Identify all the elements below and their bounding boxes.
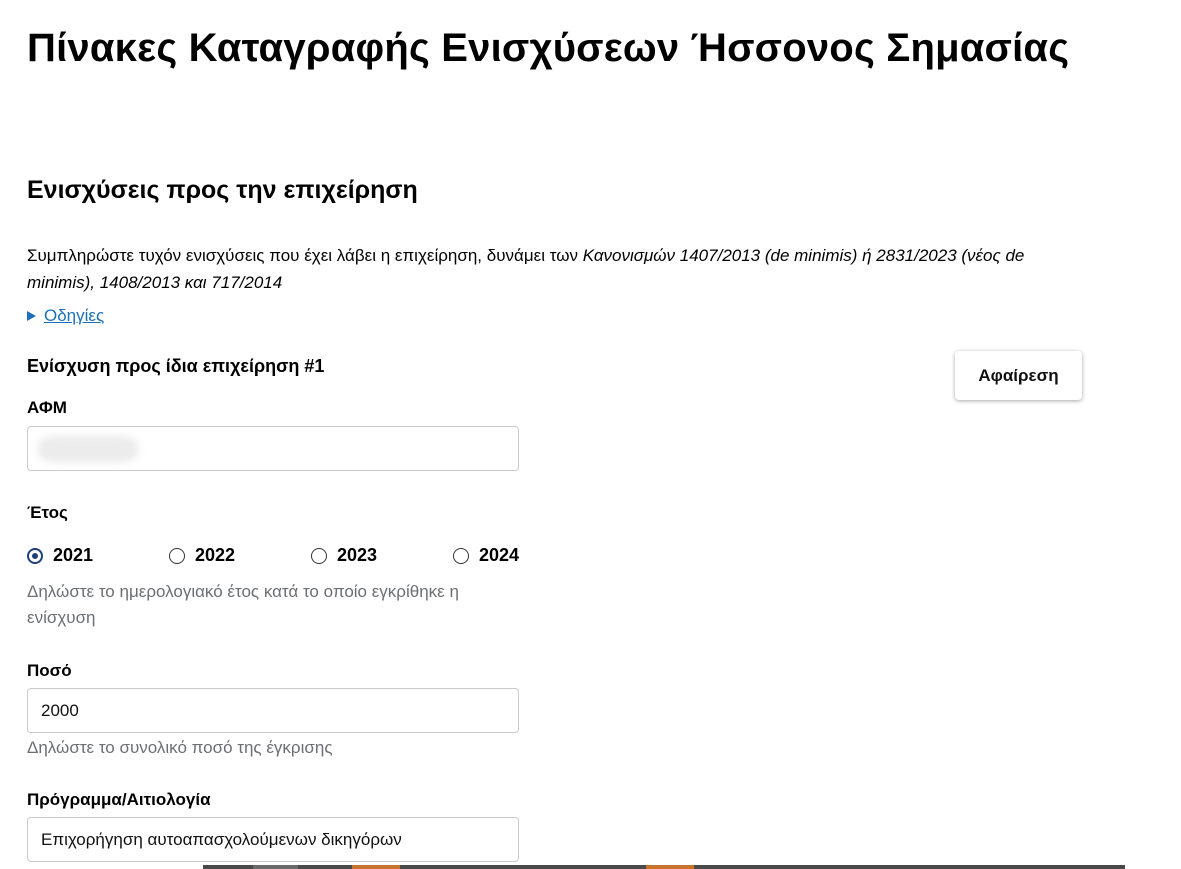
strip-segment [253, 865, 298, 869]
year-option-2024[interactable]: 2024 [453, 545, 595, 566]
strip-segment [646, 865, 694, 869]
bottom-scroll-strip [0, 865, 1181, 869]
year-radio-group: 2021 2022 2023 2024 [27, 545, 595, 566]
radio-unchecked-icon[interactable] [311, 547, 327, 564]
remove-button[interactable]: Αφαίρεση [955, 351, 1082, 400]
strip-segment [352, 865, 400, 869]
year-hint: Δηλώστε το ημερολογιακό έτος κατά το οπο… [27, 582, 459, 627]
guide-disclosure[interactable]: Οδηγίες [27, 306, 104, 326]
year-option-label[interactable]: 2022 [195, 545, 235, 566]
year-label: Έτος [27, 503, 68, 522]
section-intro: Συμπληρώστε τυχόν ενισχύσεις που έχει λά… [27, 242, 1077, 296]
strip-segment [0, 865, 203, 869]
program-input[interactable] [27, 817, 519, 862]
page-title: Πίνακες Καταγραφής Ενισχύσεων Ήσσονος Ση… [27, 26, 1070, 70]
entry-title: Ενίσχυση προς ίδια επιχείρηση #1 [27, 356, 325, 376]
amount-hint: Δηλώστε το συνολικό ποσό της έγκρισης [27, 738, 333, 757]
year-option-2021[interactable]: 2021 [27, 545, 169, 566]
intro-text: Συμπληρώστε τυχόν ενισχύσεις που έχει λά… [27, 246, 583, 265]
amount-label: Ποσό [27, 661, 72, 680]
amount-input[interactable] [27, 688, 519, 733]
year-option-2023[interactable]: 2023 [311, 545, 453, 566]
redacted-value [37, 436, 139, 462]
afm-label: ΑΦΜ [27, 398, 67, 417]
year-option-label[interactable]: 2024 [479, 545, 519, 566]
year-option-label[interactable]: 2021 [53, 545, 93, 566]
disclosure-triangle-icon[interactable] [27, 311, 36, 321]
radio-checked-icon[interactable] [27, 547, 43, 564]
year-option-label[interactable]: 2023 [337, 545, 377, 566]
section-title: Ενισχύσεις προς την επιχείρηση [27, 176, 418, 204]
year-option-2022[interactable]: 2022 [169, 545, 311, 566]
afm-field-wrapper [27, 426, 519, 472]
guide-link[interactable]: Οδηγίες [44, 306, 104, 326]
radio-unchecked-icon[interactable] [169, 547, 185, 564]
strip-segment [1125, 865, 1181, 869]
program-label: Πρόγραμμα/Αιτιολογία [27, 790, 211, 809]
radio-unchecked-icon[interactable] [453, 547, 469, 564]
